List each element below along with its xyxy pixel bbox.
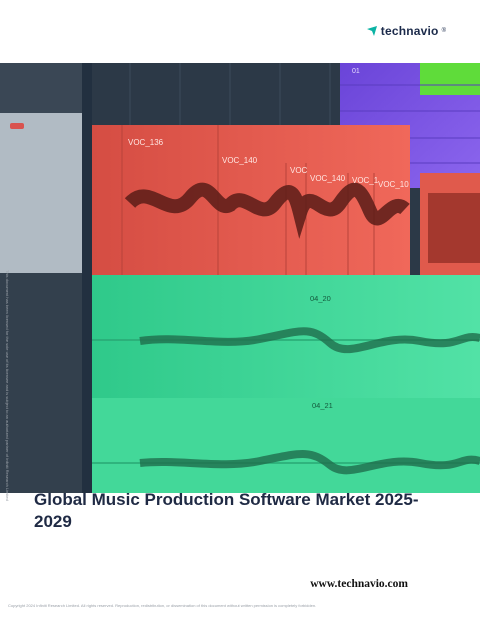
technavio-logo-icon [366, 26, 377, 36]
license-side-note: This document has been licensed for the … [3, 270, 11, 560]
svg-text:VOC_1: VOC_1 [352, 176, 379, 185]
svg-text:01: 01 [352, 68, 360, 75]
svg-text:VOC_136: VOC_136 [128, 138, 164, 147]
audio-waveform-daw-icon: VOC_136 VOC_140 VOC VOC_140 VOC_1 VOC_10… [0, 63, 480, 493]
copyright-notice: Copyright 2024 Infiniti Research Limited… [8, 603, 317, 608]
brand-name: technavio [380, 24, 439, 38]
svg-text:VOC_140: VOC_140 [222, 156, 258, 165]
svg-text:04_21: 04_21 [312, 401, 333, 410]
registered-mark: ® [441, 28, 446, 34]
report-title: Global Music Production Software Market … [34, 490, 419, 531]
hero-image: VOC_136 VOC_140 VOC VOC_140 VOC_1 VOC_10… [0, 63, 480, 493]
side-note-text: This document has been licensed for the … [5, 270, 10, 501]
svg-text:04_20: 04_20 [310, 294, 331, 303]
website-url: www.technavio.com [310, 578, 408, 590]
brand-logo: technavio ® [366, 24, 446, 38]
svg-text:VOC_10: VOC_10 [378, 180, 409, 189]
svg-text:VOC: VOC [290, 166, 308, 175]
svg-text:VOC_140: VOC_140 [310, 174, 346, 183]
